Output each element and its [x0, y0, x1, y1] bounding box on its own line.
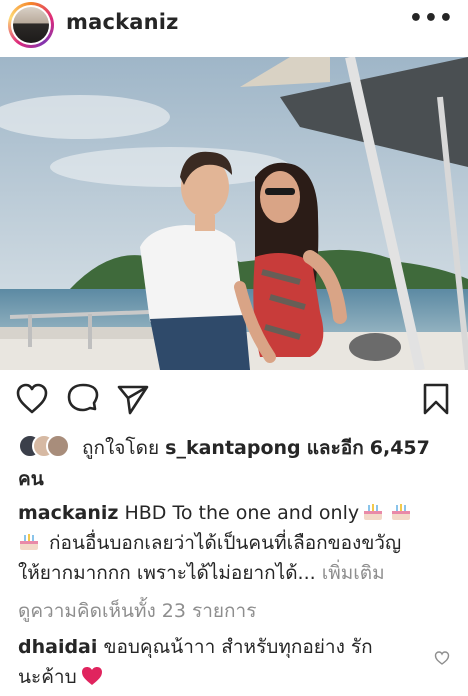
red-heart-emoji [81, 667, 102, 685]
caption-line3: ให้ยากมากกก เพราะได้ไม่อยากได้... [18, 562, 316, 584]
comment-bubble-icon[interactable] [66, 382, 100, 416]
comment-text-line2: นะค้าบ [18, 666, 77, 688]
likes-prefix: ถูกใจโดย [82, 437, 160, 459]
heart-outline-icon[interactable] [15, 382, 49, 416]
comment-text-line1: ขอบคุณน้าาา สำหรับทุกอย่าง รัก [103, 636, 373, 658]
bookmark-icon[interactable] [419, 382, 453, 416]
comment-item: dhaidai ขอบคุณน้าาา สำหรับทุกอย่าง รัก น… [18, 632, 418, 692]
liker-username[interactable]: s_kantapong [165, 437, 300, 459]
caption-author[interactable]: mackaniz [18, 502, 118, 524]
view-all-comments-link[interactable]: ดูความคิดเห็นทั้ง 23 รายการ [18, 596, 256, 626]
more-options-icon[interactable]: ••• [409, 6, 454, 31]
post-photo[interactable] [0, 57, 468, 370]
caption-line2: ก่อนอื่นบอกเลยว่าได้เป็นคนที่เลือกของขวั… [49, 532, 402, 554]
action-bar [0, 378, 468, 420]
avatar[interactable] [11, 5, 51, 45]
likes-count[interactable]: 6,457 [370, 437, 430, 459]
comment-author[interactable]: dhaidai [18, 636, 97, 658]
post-username[interactable]: mackaniz [66, 10, 179, 34]
paper-plane-icon[interactable] [116, 382, 150, 416]
birthday-cake-emoji [20, 534, 38, 550]
birthday-cake-emoji [364, 504, 383, 520]
post-image [0, 57, 468, 370]
likes-text: ถูกใจโดย s_kantapong และอีก 6,457 [82, 434, 458, 462]
likes-middle[interactable]: และอีก [307, 437, 364, 459]
caption-line1: HBD To the one and only [124, 502, 360, 524]
avatar-image [13, 7, 49, 43]
caption-more-link[interactable]: เพิ่มเติม [322, 562, 385, 584]
likes-suffix[interactable]: คน [18, 464, 44, 494]
profile-avatar-ring[interactable] [8, 2, 54, 48]
comment-like-heart-icon[interactable] [434, 650, 450, 666]
birthday-cake-emoji [392, 504, 411, 520]
liker-avatars[interactable] [18, 434, 78, 462]
post-header: mackaniz ••• [0, 0, 468, 50]
avatar [46, 434, 70, 458]
post-caption: mackaniz HBD To the one and only ก่อนอื่… [18, 498, 456, 588]
